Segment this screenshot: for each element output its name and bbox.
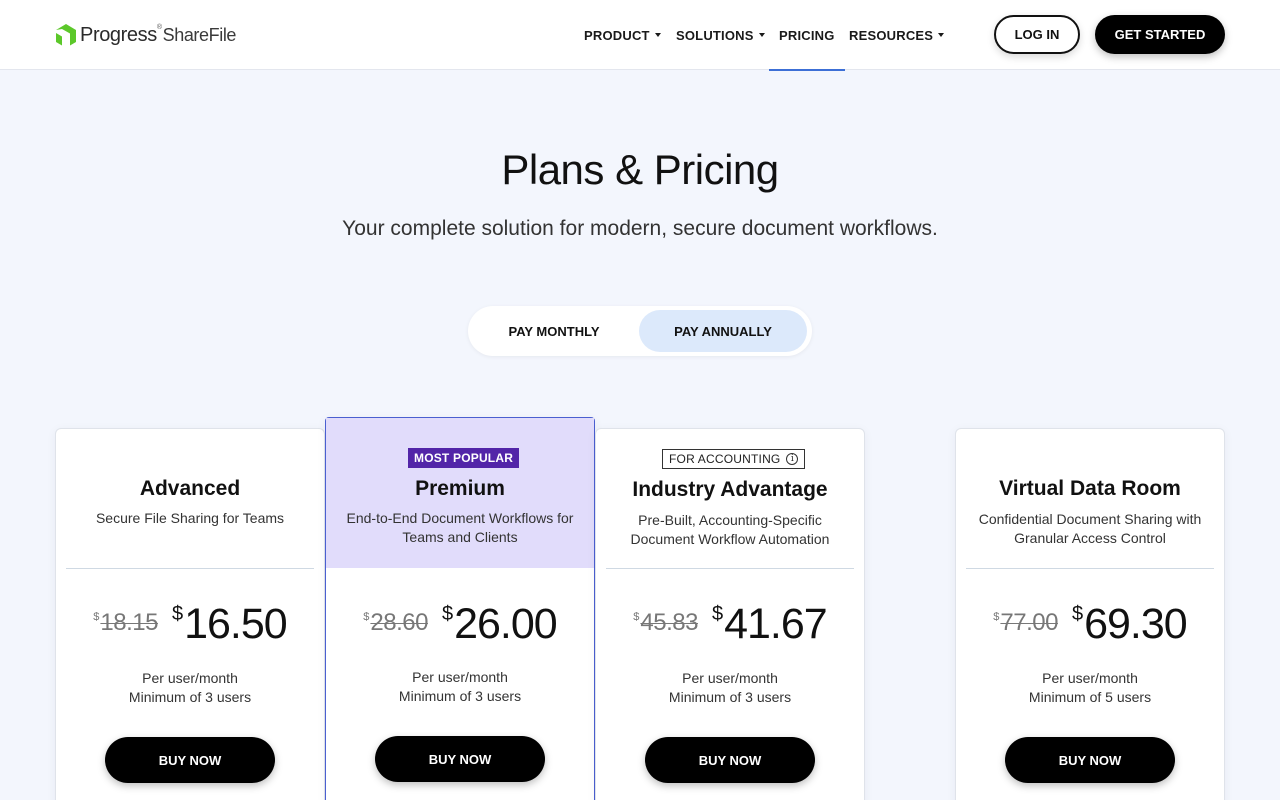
price-row: $77.00 $69.30 <box>956 601 1224 651</box>
nav-resources[interactable]: RESOURCES <box>849 0 945 70</box>
progress-sharefile-logo[interactable]: Progress®ShareFile <box>56 22 236 48</box>
plan-card-premium: MOST POPULAR Premium End-to-End Document… <box>325 417 595 800</box>
per-user-text: Per user/month <box>412 669 508 685</box>
price-terms: Per user/month Minimum of 5 users <box>956 669 1224 707</box>
minimum-users-text: Minimum of 5 users <box>1028 689 1152 705</box>
price-row: $18.15 $16.50 <box>56 601 324 651</box>
billing-toggle: PAY MONTHLY PAY ANNUALLY <box>468 306 812 356</box>
original-price: $18.15 <box>93 609 158 636</box>
plan-card-header: Advanced Secure File Sharing for Teams <box>56 429 324 568</box>
plan-card-advanced: Advanced Secure File Sharing for Teams $… <box>55 428 325 800</box>
progress-logo-icon <box>56 24 76 46</box>
page-subtitle: Your complete solution for modern, secur… <box>342 217 938 240</box>
chevron-down-icon <box>654 33 661 37</box>
page-title: Plans & Pricing <box>501 146 779 193</box>
most-popular-badge: MOST POPULAR <box>408 448 520 468</box>
original-price: $77.00 <box>993 609 1058 636</box>
plan-card-virtual-data-room: Virtual Data Room Confidential Document … <box>955 428 1225 800</box>
chevron-down-icon <box>938 33 945 37</box>
nav-pricing-label: PRICING <box>779 27 835 43</box>
price-terms: Per user/month Minimum of 3 users <box>56 669 324 707</box>
pay-annually-option[interactable]: PAY ANNUALLY <box>639 310 807 352</box>
plan-name: Industry Advantage <box>632 478 828 501</box>
nav-solutions[interactable]: SOLUTIONS <box>676 0 765 70</box>
card-divider <box>66 568 314 569</box>
price-row: $28.60 $26.00 <box>326 601 594 651</box>
plan-card-header: Virtual Data Room Confidential Document … <box>956 429 1224 568</box>
info-icon[interactable]: i <box>786 453 799 465</box>
chevron-down-icon <box>758 33 765 37</box>
minimum-users-text: Minimum of 3 users <box>128 689 252 705</box>
plan-card-header: FOR ACCOUNTING i Industry Advantage Pre-B… <box>596 429 864 568</box>
discounted-price: $26.00 <box>441 600 558 648</box>
plan-description: Secure File Sharing for Teams <box>95 510 285 526</box>
per-user-text: Per user/month <box>142 670 238 686</box>
minimum-users-text: Minimum of 3 users <box>668 689 792 705</box>
plan-description: Pre-Built, Accounting-Specific Document … <box>630 512 830 547</box>
nav-resources-label: RESOURCES <box>849 27 934 43</box>
buy-now-button-advanced[interactable]: BUY NOW <box>105 737 275 783</box>
logo-text: Progress®ShareFile <box>80 23 237 46</box>
badge-label: FOR ACCOUNTING <box>669 452 781 466</box>
buy-now-button-premium[interactable]: BUY NOW <box>375 736 545 782</box>
get-started-button[interactable]: GET STARTED <box>1095 15 1225 54</box>
plan-description: End-to-End Document Workflows for Teams … <box>346 510 574 545</box>
nav-product-label: PRODUCT <box>584 27 650 43</box>
minimum-users-text: Minimum of 3 users <box>398 688 522 704</box>
for-accounting-badge[interactable]: FOR ACCOUNTING i <box>662 449 806 469</box>
nav-product[interactable]: PRODUCT <box>584 0 661 70</box>
per-user-text: Per user/month <box>682 670 778 686</box>
price-row: $45.83 $41.67 <box>596 601 864 651</box>
pay-monthly-option[interactable]: PAY MONTHLY <box>472 310 636 352</box>
plan-card-industry-advantage: FOR ACCOUNTING i Industry Advantage Pre-B… <box>595 428 865 800</box>
original-price: $45.83 <box>633 609 698 636</box>
discounted-price: $69.30 <box>1071 600 1188 648</box>
plan-description: Confidential Document Sharing with Granu… <box>978 511 1202 546</box>
per-user-text: Per user/month <box>1042 670 1138 686</box>
card-divider <box>606 568 854 569</box>
buy-now-button-virtual-data-room[interactable]: BUY NOW <box>1005 737 1175 783</box>
plan-name: Premium <box>415 477 505 500</box>
original-price: $28.60 <box>363 609 428 636</box>
price-terms: Per user/month Minimum of 3 users <box>326 668 594 706</box>
plan-name: Advanced <box>139 477 241 500</box>
price-terms: Per user/month Minimum of 3 users <box>596 669 864 707</box>
card-divider <box>966 568 1214 569</box>
plan-name: Virtual Data Room <box>999 477 1181 500</box>
discounted-price: $16.50 <box>171 600 288 648</box>
discounted-price: $41.67 <box>711 600 828 648</box>
nav-pricing[interactable]: PRICING <box>769 0 845 71</box>
buy-now-button-industry-advantage[interactable]: BUY NOW <box>645 737 815 783</box>
nav-solutions-label: SOLUTIONS <box>676 27 754 43</box>
login-button[interactable]: LOG IN <box>994 15 1080 54</box>
site-header: Progress®ShareFile PRODUCT SOLUTIONS PRI… <box>0 0 1280 71</box>
plan-card-header: MOST POPULAR Premium End-to-End Document… <box>326 418 594 568</box>
